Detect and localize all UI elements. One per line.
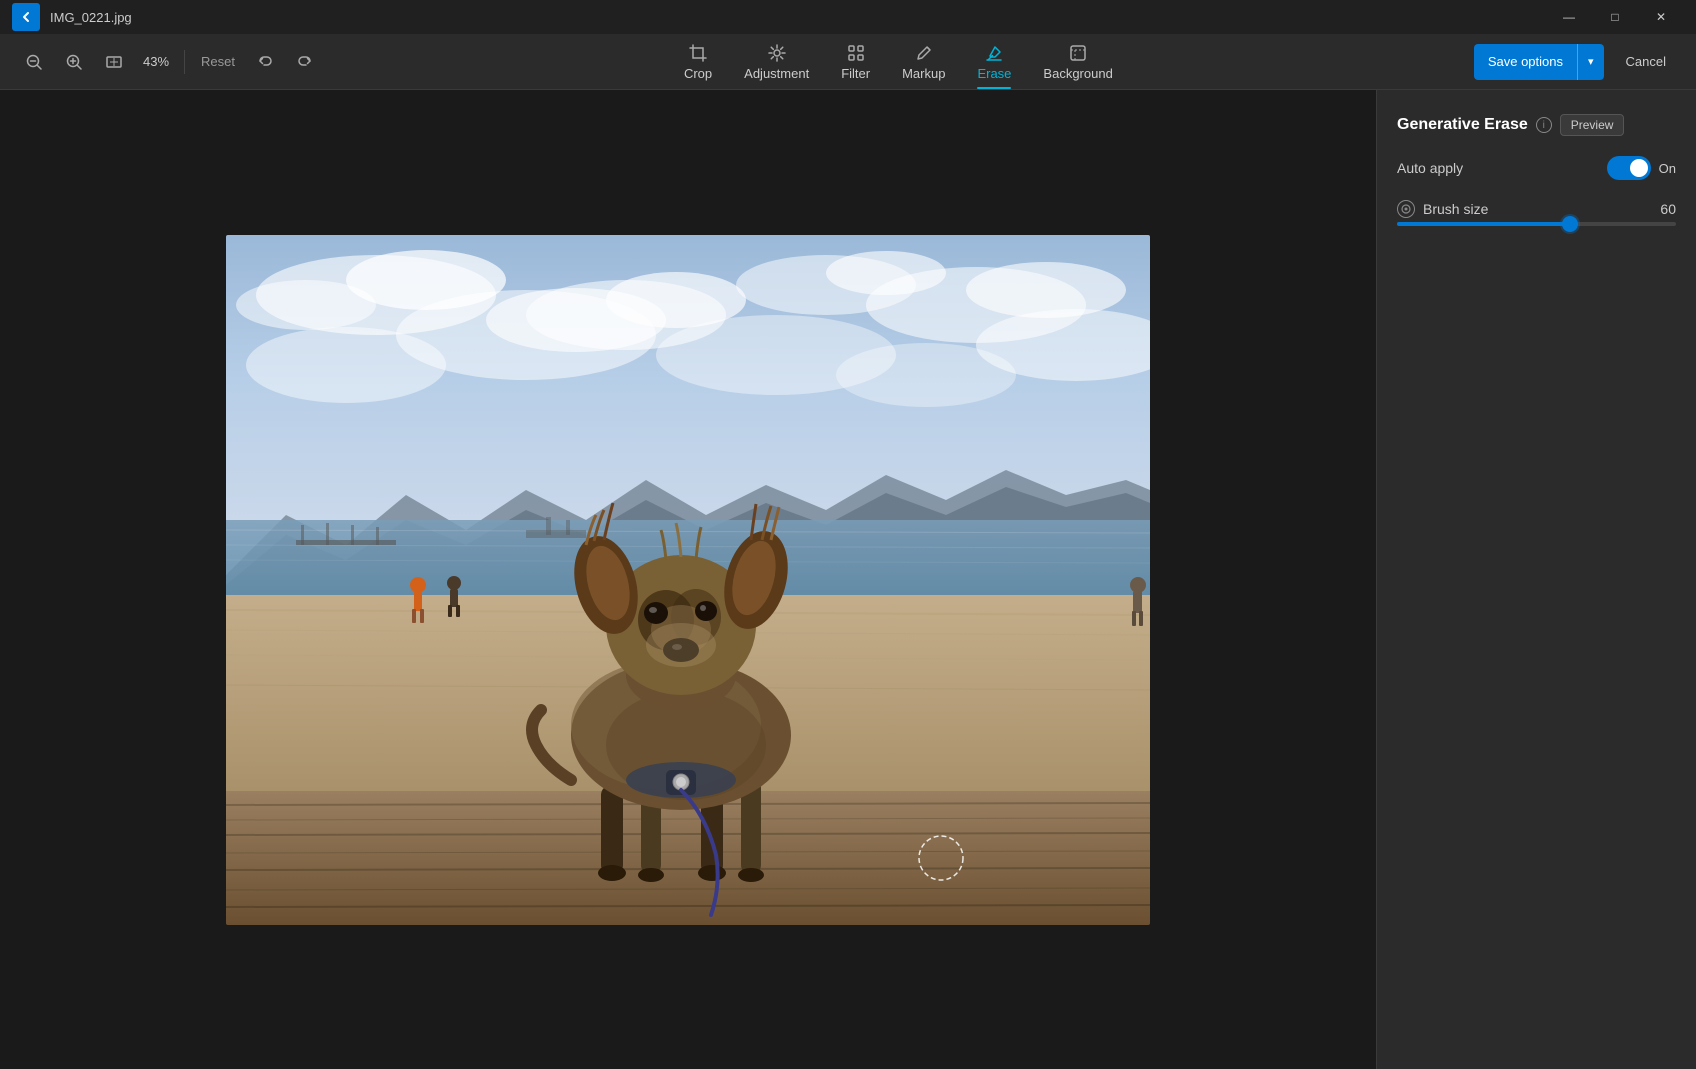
tool-background-label: Background bbox=[1043, 66, 1112, 81]
close-button[interactable]: ✕ bbox=[1638, 0, 1684, 34]
photo-svg bbox=[226, 235, 1150, 925]
tool-markup[interactable]: Markup bbox=[888, 37, 959, 87]
tool-filter-label: Filter bbox=[841, 66, 870, 81]
zoom-out-button[interactable] bbox=[16, 44, 52, 80]
auto-apply-toggle-container: On bbox=[1607, 156, 1676, 180]
image-container bbox=[226, 235, 1150, 925]
tool-erase[interactable]: Erase bbox=[963, 37, 1025, 87]
zoom-in-button[interactable] bbox=[56, 44, 92, 80]
save-options-chevron-icon: ▾ bbox=[1577, 44, 1604, 80]
auto-apply-row: Auto apply On bbox=[1397, 156, 1676, 180]
minimize-button[interactable]: — bbox=[1546, 0, 1592, 34]
reset-button[interactable]: Reset bbox=[193, 50, 243, 73]
toggle-knob bbox=[1630, 159, 1648, 177]
brush-size-row: Brush size 60 bbox=[1397, 200, 1676, 218]
background-icon bbox=[1068, 43, 1088, 63]
save-options-label: Save options bbox=[1474, 44, 1577, 80]
undo-button[interactable] bbox=[247, 44, 283, 80]
erase-icon bbox=[984, 43, 1004, 63]
tool-background[interactable]: Background bbox=[1029, 37, 1126, 87]
tool-adjustment[interactable]: Adjustment bbox=[730, 37, 823, 87]
adjustment-icon bbox=[767, 43, 787, 63]
right-panel: Generative Erase i Preview Auto apply On bbox=[1376, 90, 1696, 1069]
toolbar-center: Crop Adjustment bbox=[327, 37, 1470, 87]
zoom-level: 43% bbox=[136, 54, 176, 69]
tool-filter[interactable]: Filter bbox=[827, 37, 884, 87]
slider-track bbox=[1397, 222, 1676, 226]
photo-display bbox=[226, 235, 1150, 925]
slider-thumb[interactable] bbox=[1562, 216, 1578, 232]
brush-size-section: Brush size 60 bbox=[1397, 200, 1676, 226]
fit-to-screen-button[interactable] bbox=[96, 44, 132, 80]
panel-title: Generative Erase bbox=[1397, 116, 1528, 134]
brush-size-slider[interactable] bbox=[1397, 222, 1676, 226]
tool-adjustment-label: Adjustment bbox=[744, 66, 809, 81]
toggle-on-label: On bbox=[1659, 161, 1676, 176]
slider-fill bbox=[1397, 222, 1570, 226]
tool-crop-label: Crop bbox=[684, 66, 712, 81]
tool-crop[interactable]: Crop bbox=[670, 37, 726, 87]
toolbar-right: Save options ▾ Cancel bbox=[1474, 44, 1680, 80]
info-icon[interactable]: i bbox=[1536, 117, 1552, 133]
markup-icon bbox=[914, 43, 934, 63]
save-options-button[interactable]: Save options ▾ bbox=[1474, 44, 1604, 80]
window-title: IMG_0221.jpg bbox=[50, 10, 1546, 25]
window-controls: — □ ✕ bbox=[1546, 0, 1684, 34]
brush-size-value: 60 bbox=[1646, 201, 1676, 217]
preview-badge[interactable]: Preview bbox=[1560, 114, 1625, 136]
back-button[interactable] bbox=[12, 3, 40, 31]
toolbar: 43% Reset Crop bbox=[0, 34, 1696, 90]
tool-markup-label: Markup bbox=[902, 66, 945, 81]
filter-icon bbox=[846, 43, 866, 63]
cancel-button[interactable]: Cancel bbox=[1612, 44, 1680, 80]
brush-size-label: Brush size bbox=[1423, 201, 1638, 217]
toolbar-left: 43% Reset bbox=[16, 44, 323, 80]
maximize-button[interactable]: □ bbox=[1592, 0, 1638, 34]
divider bbox=[184, 50, 185, 74]
redo-button[interactable] bbox=[287, 44, 323, 80]
tool-erase-label: Erase bbox=[977, 66, 1011, 81]
crop-icon bbox=[688, 43, 708, 63]
main-content: Generative Erase i Preview Auto apply On bbox=[0, 90, 1696, 1069]
panel-header: Generative Erase i Preview bbox=[1397, 114, 1676, 136]
title-bar: IMG_0221.jpg — □ ✕ bbox=[0, 0, 1696, 34]
brush-size-icon bbox=[1397, 200, 1415, 218]
auto-apply-label: Auto apply bbox=[1397, 160, 1463, 176]
auto-apply-toggle[interactable] bbox=[1607, 156, 1651, 180]
canvas-area[interactable] bbox=[0, 90, 1376, 1069]
